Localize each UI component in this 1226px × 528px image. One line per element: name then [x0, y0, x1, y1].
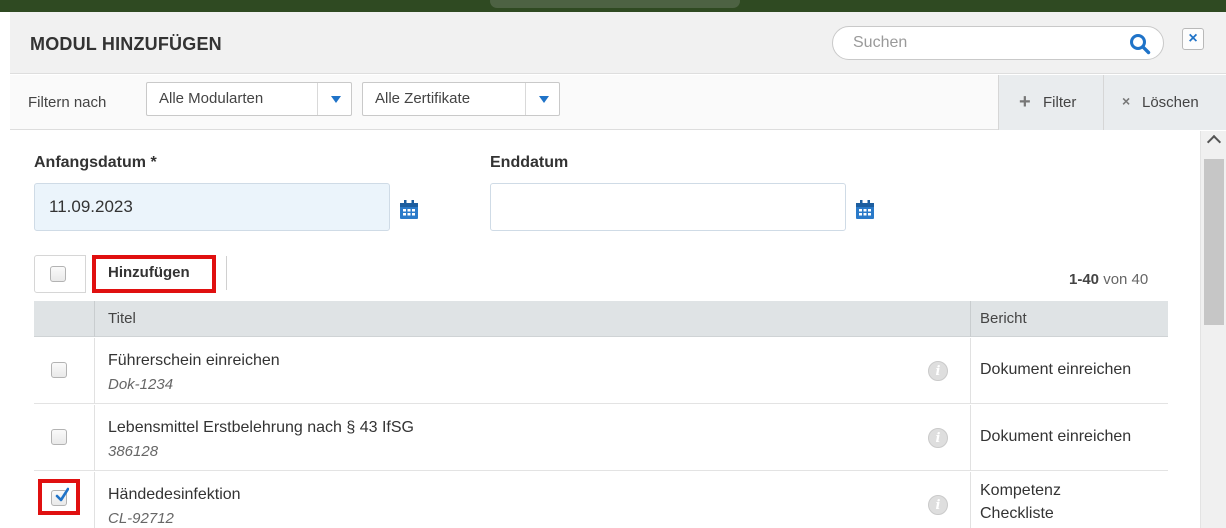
info-icon[interactable]: i: [928, 361, 948, 381]
row-id: CL-92712: [108, 510, 174, 527]
row-id: 386128: [108, 443, 159, 460]
row-id: Dok-1234: [108, 376, 174, 393]
row-report: Kompetenz: [980, 482, 1061, 499]
x-icon: ×: [1122, 93, 1131, 109]
scroll-thumb[interactable]: [1204, 159, 1224, 325]
module-type-select[interactable]: Alle Modularten: [146, 82, 352, 116]
select-all-checkbox[interactable]: [50, 266, 66, 282]
checkbox-highlight-frame: [38, 479, 80, 515]
dialog-title: MODUL HINZUFÜGEN: [30, 34, 222, 54]
background-ghost-text: [490, 0, 740, 8]
certificate-value: Alle Zertifikate: [375, 90, 471, 107]
row-title: Lebensmittel Erstbelehrung nach § 43 IfS…: [108, 419, 414, 436]
start-date-label: Anfangsdatum *: [34, 154, 157, 171]
clear-filter-label: Löschen: [1142, 94, 1199, 111]
column-divider: [970, 338, 971, 404]
column-divider: [970, 301, 971, 337]
table-row[interactable]: Lebensmittel Erstbelehrung nach § 43 IfS…: [34, 405, 1168, 471]
end-date-field[interactable]: [490, 183, 846, 231]
certificate-select[interactable]: Alle Zertifikate: [362, 82, 560, 116]
dropdown-arrow-icon[interactable]: [317, 83, 351, 115]
select-all-container: [34, 255, 86, 293]
filter-label: Filtern nach: [28, 94, 107, 111]
add-button[interactable]: Hinzufügen: [92, 255, 216, 293]
add-filter-label: Filter: [1043, 94, 1077, 111]
row-checkbox[interactable]: [51, 362, 67, 378]
paging-range: 1-40: [1069, 271, 1100, 288]
column-divider: [94, 338, 95, 404]
column-divider: [94, 472, 95, 528]
row-report-line2: Checkliste: [980, 505, 1054, 522]
paging-total: von 40: [1099, 271, 1149, 288]
calendar-icon[interactable]: [398, 199, 420, 221]
table-header: Titel Bericht: [34, 301, 1168, 337]
close-icon: ×: [1188, 30, 1198, 47]
window-top-border: [0, 0, 1226, 12]
module-type-value: Alle Modularten: [159, 90, 264, 107]
info-icon[interactable]: i: [928, 495, 948, 515]
add-filter-button[interactable]: + Filter: [998, 75, 1103, 130]
info-icon[interactable]: i: [928, 428, 948, 448]
column-header-title[interactable]: Titel: [108, 310, 136, 327]
paging-info: 1-40 von 40: [1069, 271, 1148, 288]
column-divider: [970, 472, 971, 528]
filter-bar: Filtern nach Alle Modularten Alle Zertif…: [10, 75, 1226, 130]
row-report: Dokument einreichen: [980, 361, 1132, 378]
start-date-field[interactable]: 11.09.2023: [34, 183, 390, 231]
plus-icon: +: [1019, 91, 1031, 113]
column-header-report[interactable]: Bericht: [980, 310, 1027, 327]
calendar-icon[interactable]: [854, 199, 876, 221]
search-input[interactable]: [853, 34, 1113, 52]
scroll-up-icon[interactable]: [1206, 134, 1222, 150]
vertical-scrollbar[interactable]: [1200, 131, 1226, 528]
dialog-header: MODUL HINZUFÜGEN ×: [10, 12, 1226, 74]
toolbar-divider: [226, 256, 227, 290]
dropdown-arrow-icon[interactable]: [525, 83, 559, 115]
search-icon[interactable]: [1129, 33, 1151, 55]
search-box[interactable]: [832, 26, 1164, 60]
column-divider: [970, 405, 971, 471]
add-button-label: Hinzufügen: [108, 264, 190, 281]
close-button[interactable]: ×: [1182, 28, 1204, 50]
row-title: Händedesinfektion: [108, 486, 241, 503]
table-row[interactable]: Händedesinfektion CL-92712 i Kompetenz C…: [34, 472, 1168, 528]
row-checkbox[interactable]: [51, 429, 67, 445]
clear-filter-button[interactable]: × Löschen: [1103, 75, 1226, 130]
end-date-label: Enddatum: [490, 154, 569, 171]
column-divider: [94, 405, 95, 471]
row-report: Dokument einreichen: [980, 428, 1132, 445]
table-row[interactable]: Führerschein einreichen Dok-1234 i Dokum…: [34, 338, 1168, 404]
column-divider: [94, 301, 95, 337]
row-title: Führerschein einreichen: [108, 352, 280, 369]
